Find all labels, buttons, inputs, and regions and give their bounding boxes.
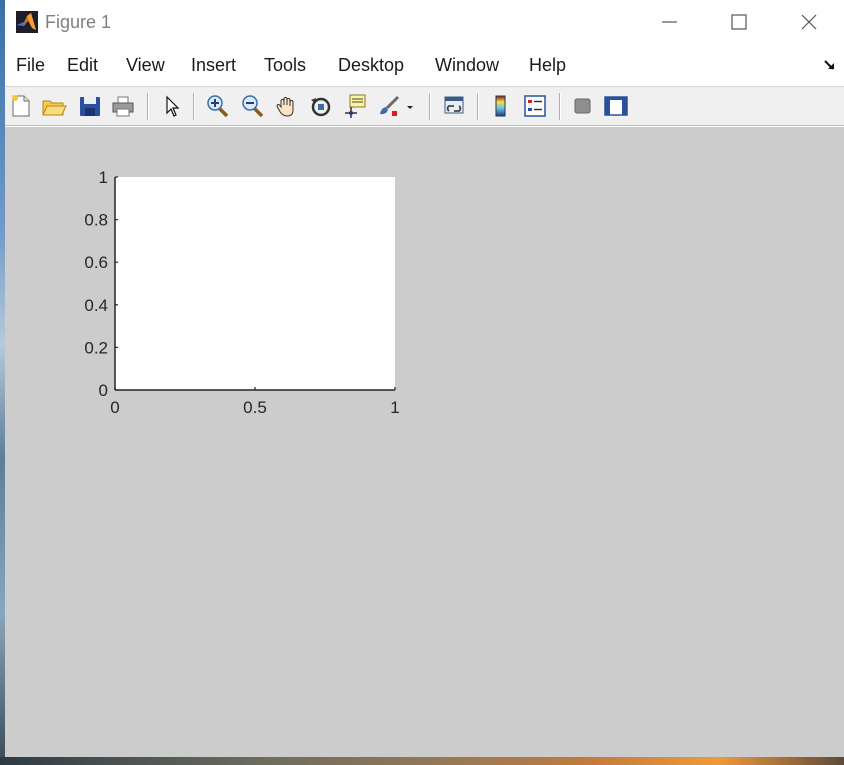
brush-dropdown-icon[interactable] xyxy=(403,92,417,120)
colorbar-icon[interactable] xyxy=(487,92,515,120)
menu-help[interactable]: Help xyxy=(529,54,566,76)
show-plot-tools-icon[interactable] xyxy=(602,92,630,120)
figure-toolbar xyxy=(5,86,844,126)
pan-icon[interactable] xyxy=(273,92,301,120)
menu-edit[interactable]: Edit xyxy=(67,54,98,76)
y-tick-label: 0.8 xyxy=(84,211,108,230)
axes-background xyxy=(115,177,395,390)
close-icon xyxy=(801,14,817,30)
toolbar-separator xyxy=(477,93,479,120)
toolbar-separator xyxy=(193,93,195,120)
figure-window: Figure 1 File Edit View Insert Tools Des… xyxy=(5,0,844,757)
y-tick-label: 0.6 xyxy=(84,253,108,272)
y-tick-label: 1 xyxy=(99,168,108,187)
menu-view[interactable]: View xyxy=(126,54,165,76)
close-button[interactable] xyxy=(785,8,831,36)
save-icon[interactable] xyxy=(76,92,104,120)
minimize-icon xyxy=(662,21,677,23)
legend-icon[interactable] xyxy=(521,92,549,120)
title-bar[interactable]: Figure 1 xyxy=(5,0,844,44)
maximize-icon xyxy=(731,14,747,30)
rotate-3d-icon[interactable] xyxy=(307,92,335,120)
menu-window[interactable]: Window xyxy=(435,54,499,76)
dock-figure-icon[interactable] xyxy=(823,58,837,72)
y-tick-label: 0.2 xyxy=(84,338,108,357)
figure-canvas[interactable]: 0 0.5 1 0 0.2 0.4 0.6 0.8 1 xyxy=(5,127,844,757)
x-tick-label: 0.5 xyxy=(243,398,267,417)
window-title: Figure 1 xyxy=(45,12,112,32)
x-tick-label: 1 xyxy=(390,398,399,417)
y-tick-label: 0.4 xyxy=(84,296,108,315)
hide-plot-tools-icon[interactable] xyxy=(569,92,597,120)
axes-plot[interactable]: 0 0.5 1 0 0.2 0.4 0.6 0.8 1 xyxy=(5,127,844,757)
matlab-logo-icon xyxy=(16,11,38,33)
x-tick-label: 0 xyxy=(110,398,119,417)
minimize-button[interactable] xyxy=(646,8,692,36)
menu-bar: File Edit View Insert Tools Desktop Wind… xyxy=(5,48,844,84)
toolbar-separator xyxy=(429,93,431,120)
y-tick-label: 0 xyxy=(99,381,108,400)
brush-icon[interactable] xyxy=(375,92,403,120)
link-plot-icon[interactable] xyxy=(440,92,468,120)
open-file-icon[interactable] xyxy=(40,92,68,120)
desktop-background-bottom xyxy=(0,757,844,765)
new-figure-icon[interactable] xyxy=(7,92,35,120)
print-icon[interactable] xyxy=(109,92,137,120)
maximize-button[interactable] xyxy=(715,8,761,36)
menu-insert[interactable]: Insert xyxy=(191,54,236,76)
menu-tools[interactable]: Tools xyxy=(264,54,306,76)
toolbar-separator xyxy=(147,93,149,120)
toolbar-separator xyxy=(559,93,561,120)
menu-file[interactable]: File xyxy=(16,54,45,76)
zoom-out-icon[interactable] xyxy=(238,92,266,120)
edit-plot-icon[interactable] xyxy=(158,92,186,120)
data-cursor-icon[interactable] xyxy=(341,92,369,120)
menu-desktop[interactable]: Desktop xyxy=(338,54,404,76)
zoom-in-icon[interactable] xyxy=(203,92,231,120)
